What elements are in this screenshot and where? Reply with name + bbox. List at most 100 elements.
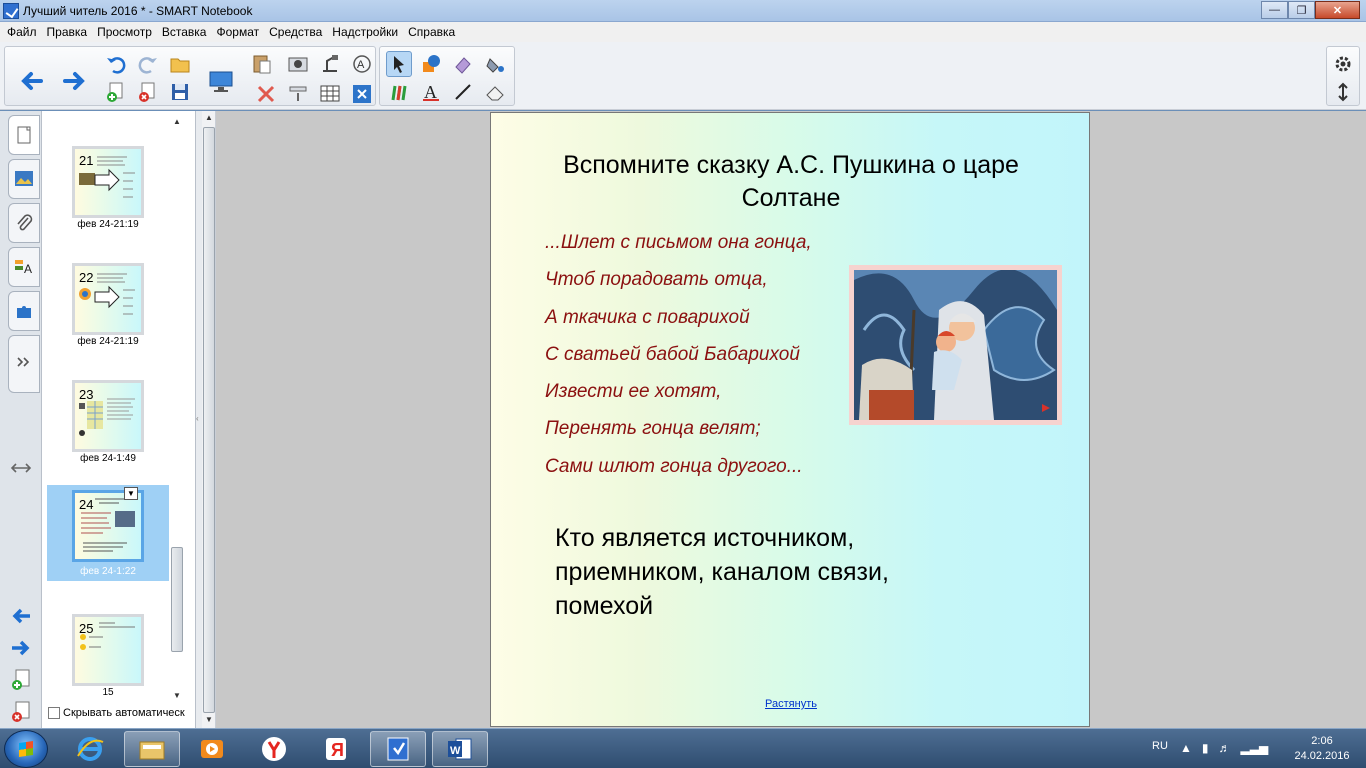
add-page-side-icon[interactable] (8, 667, 34, 693)
word-icon[interactable]: W (432, 731, 488, 767)
page-sorter-tab[interactable] (8, 115, 40, 155)
next-page-icon[interactable] (8, 635, 34, 661)
redo-icon[interactable] (135, 51, 161, 77)
battery-icon[interactable]: ▮ (1202, 741, 1209, 755)
poem-line: Сами шлют гонца другого... (545, 455, 803, 477)
volume-icon[interactable]: ♬ (1219, 741, 1231, 755)
open-icon[interactable] (167, 51, 193, 77)
page-thumbnail[interactable]: 22 фев 24-21:19 (47, 258, 169, 362)
menu-edit[interactable]: Правка (42, 25, 93, 39)
pens-icon[interactable] (386, 79, 412, 105)
scroll-up-icon[interactable]: ▲ (173, 117, 181, 126)
screen-shade-icon[interactable] (285, 81, 311, 107)
scroll-up-icon[interactable]: ▲ (205, 113, 213, 122)
delete-icon[interactable] (253, 81, 279, 107)
back-arrow-icon[interactable] (11, 55, 51, 107)
magic-pen-icon[interactable] (450, 51, 476, 77)
thumbnail-image: 25 (72, 614, 144, 686)
poem-line: ...Шлет с письмом она гонца, (545, 232, 812, 253)
expand-panel-tab[interactable] (8, 335, 40, 393)
canvas-scrollbar[interactable]: ▲ ▼ (202, 111, 216, 728)
menu-insert[interactable]: Вставка (157, 25, 212, 39)
save-icon[interactable] (167, 79, 193, 105)
menu-tools[interactable]: Средства (264, 25, 327, 39)
forward-arrow-icon[interactable] (55, 55, 95, 107)
menu-format[interactable]: Формат (211, 25, 264, 39)
undo-icon[interactable] (103, 51, 129, 77)
paste-icon[interactable] (249, 51, 275, 77)
show-hidden-icons-icon[interactable]: ▲ (1180, 741, 1192, 755)
add-page-icon[interactable] (103, 79, 129, 105)
menu-help[interactable]: Справка (403, 25, 460, 39)
auto-hide-option[interactable]: Скрывать автоматическ (48, 707, 185, 719)
title-bar: Лучший читель 2016 * - SMART Notebook — … (0, 0, 1366, 22)
select-icon[interactable] (386, 51, 412, 77)
menu-view[interactable]: Просмотр (92, 25, 157, 39)
toolbar-group-page: A (4, 46, 376, 106)
slide-title[interactable]: Вспомните сказку А.С. Пушкина о царе Сол… (521, 149, 1061, 215)
menu-addons[interactable]: Надстройки (327, 25, 403, 39)
addons-tab[interactable] (8, 291, 40, 331)
delete-page-icon[interactable] (135, 79, 161, 105)
notebook-page[interactable]: Вспомните сказку А.С. Пушкина о царе Сол… (490, 112, 1090, 727)
language-indicator[interactable]: RU (1152, 740, 1168, 752)
scroll-down-icon[interactable]: ▼ (173, 691, 181, 700)
poem-line: Чтоб порадовать отца, (545, 269, 768, 291)
page-thumbnail[interactable]: 21 фев 24-21:19 (47, 141, 169, 245)
poem-line: Извести ее хотят, (545, 381, 722, 403)
explorer-folder-icon[interactable] (124, 731, 180, 767)
network-icon[interactable]: ▂▃▅ (1241, 741, 1269, 755)
svg-text:A: A (24, 262, 32, 276)
toolbar: A A (0, 42, 1366, 110)
eraser-icon[interactable] (482, 79, 508, 105)
delete-page-side-icon[interactable] (8, 699, 34, 725)
yandex-icon[interactable]: Я (308, 731, 364, 767)
poem-line: С сватьей бабой Бабарихой (545, 343, 800, 365)
display-icon[interactable] (201, 55, 241, 107)
shapes-icon[interactable] (418, 51, 444, 77)
stretch-link[interactable]: Растянуть (491, 698, 1091, 710)
sorter-scrollbar[interactable]: ▲ ▼ (170, 117, 184, 701)
sorter-scroll-thumb[interactable] (171, 547, 183, 652)
page-thumbnail[interactable]: 23 фев 24-1:49 (47, 375, 169, 479)
poem-line: Перенять гонца велят; (545, 418, 761, 440)
minimize-button[interactable]: — (1261, 1, 1288, 19)
text-icon[interactable]: A (418, 79, 444, 105)
start-button[interactable] (4, 730, 48, 768)
move-toolbar-icon[interactable] (1330, 79, 1356, 105)
scroll-down-icon[interactable]: ▼ (205, 715, 213, 724)
close-button[interactable]: ✕ (1315, 1, 1360, 19)
media-player-icon[interactable] (184, 731, 240, 767)
line-icon[interactable] (450, 79, 476, 105)
table-icon[interactable] (317, 81, 343, 107)
document-camera-icon[interactable] (317, 51, 343, 77)
clock-date: 24.02.2016 (1294, 750, 1350, 762)
fill-icon[interactable] (482, 51, 508, 77)
toolbar-group-tools: A (379, 46, 515, 106)
page-thumbnail-selected[interactable]: 24 ▼ фев 24-1:22 (47, 485, 169, 581)
page-caption: фев 24-1:49 (80, 453, 136, 464)
page-thumbnail[interactable]: 25 15 (47, 609, 169, 713)
internet-explorer-icon[interactable] (62, 731, 118, 767)
settings-icon[interactable] (1330, 51, 1356, 77)
poem-text[interactable]: ...Шлет с письмом она гонца, Чтоб порадо… (545, 230, 865, 491)
attachments-tab[interactable] (8, 203, 40, 243)
gallery-tab[interactable] (8, 159, 40, 199)
fairy-tale-illustration[interactable] (849, 265, 1062, 425)
panel-resize-icon[interactable] (8, 455, 34, 481)
smart-notebook-icon[interactable] (370, 731, 426, 767)
previous-page-icon[interactable] (8, 603, 34, 629)
text-recognition-icon[interactable]: A (349, 51, 375, 77)
question-text[interactable]: Кто является источником, приемником, кан… (555, 521, 975, 623)
collapse-panel-icon[interactable]: ‹ (196, 414, 199, 423)
auto-hide-checkbox[interactable] (48, 707, 60, 719)
maximize-button[interactable]: ❐ (1288, 1, 1315, 19)
canvas-scroll-thumb[interactable] (203, 127, 215, 713)
properties-tab[interactable]: A (8, 247, 40, 287)
screen-capture-icon[interactable] (285, 51, 311, 77)
fullscreen-icon[interactable] (349, 81, 375, 107)
menu-file[interactable]: Файл (2, 25, 42, 39)
yandex-browser-icon[interactable] (246, 731, 302, 767)
page-menu-dropdown-icon[interactable]: ▼ (124, 487, 138, 500)
clock[interactable]: 2:06 24.02.2016 (1292, 734, 1352, 764)
